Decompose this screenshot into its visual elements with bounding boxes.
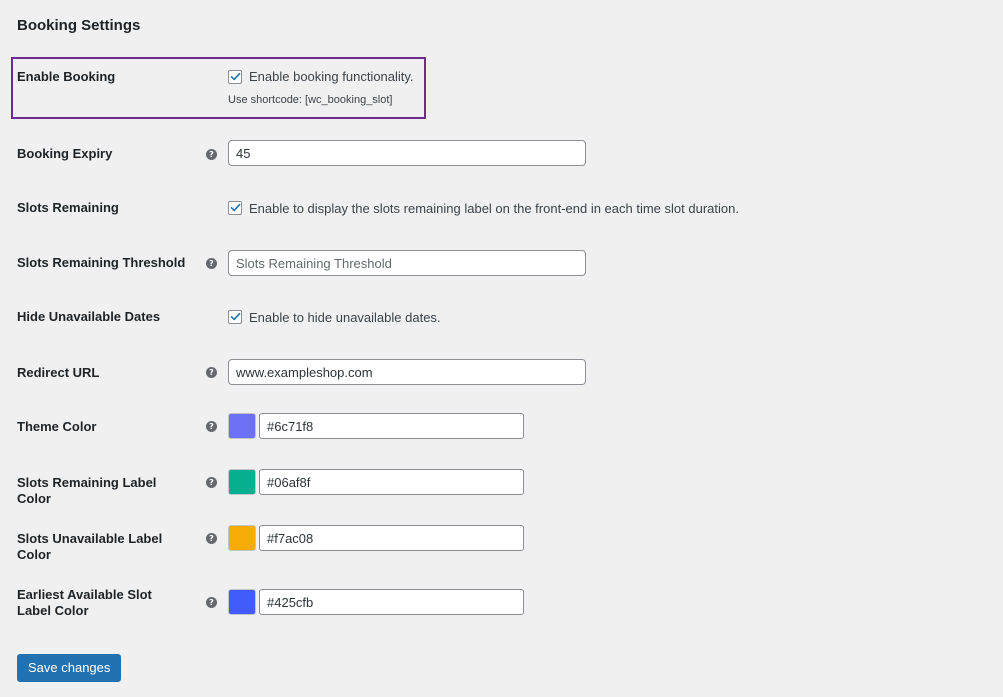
enable-booking-highlight xyxy=(11,57,426,119)
slots-unavailable-label-color-swatch[interactable] xyxy=(228,525,256,551)
enable-booking-checkbox[interactable] xyxy=(228,70,242,84)
earliest-available-slot-label-color-swatch[interactable] xyxy=(228,589,256,615)
slots-remaining-checkbox[interactable] xyxy=(228,201,242,215)
enable-booking-label: Enable Booking xyxy=(17,69,116,84)
theme-color-input[interactable] xyxy=(259,413,524,439)
checkmark-icon xyxy=(230,72,241,81)
checkmark-icon xyxy=(230,312,241,321)
question-circle-icon[interactable]: ? xyxy=(206,367,217,378)
slots-remaining-label-color-swatch[interactable] xyxy=(228,469,256,495)
slots-remaining-checkbox-label[interactable]: Enable to display the slots remaining la… xyxy=(249,201,739,216)
question-circle-icon[interactable]: ? xyxy=(206,533,217,544)
hide-unavailable-dates-checkbox-label[interactable]: Enable to hide unavailable dates. xyxy=(249,310,441,325)
booking-expiry-label: Booking Expiry xyxy=(17,146,113,161)
checkmark-icon xyxy=(230,203,241,212)
enable-booking-checkbox-label[interactable]: Enable booking functionality. xyxy=(249,69,414,84)
redirect-url-input[interactable] xyxy=(228,359,586,385)
slots-remaining-threshold-input[interactable] xyxy=(228,250,586,276)
theme-color-swatch[interactable] xyxy=(228,413,256,439)
page-title: Booking Settings xyxy=(17,17,141,34)
question-circle-icon[interactable]: ? xyxy=(206,421,217,432)
slots-unavailable-label-color-input[interactable] xyxy=(259,525,524,551)
booking-expiry-input[interactable] xyxy=(228,140,586,166)
slots-unavailable-label-color-label: Slots Unavailable Label Color xyxy=(17,531,163,562)
question-circle-icon[interactable]: ? xyxy=(206,597,217,608)
redirect-url-label: Redirect URL xyxy=(17,365,100,380)
question-circle-icon[interactable]: ? xyxy=(206,258,217,269)
save-changes-button[interactable]: Save changes xyxy=(17,654,122,682)
slots-remaining-label: Slots Remaining xyxy=(17,200,119,215)
slots-remaining-label-color-input[interactable] xyxy=(259,469,524,495)
enable-booking-description: Use shortcode: [wc_booking_slot] xyxy=(228,94,393,106)
question-circle-icon[interactable]: ? xyxy=(206,149,217,160)
theme-color-label: Theme Color xyxy=(17,419,97,434)
booking-settings-page: Booking Settings Enable Booking Enable b… xyxy=(0,0,1003,697)
earliest-available-slot-label-color-input[interactable] xyxy=(259,589,524,615)
question-circle-icon[interactable]: ? xyxy=(206,477,217,488)
slots-remaining-label-color-label: Slots Remaining Label Color xyxy=(17,475,157,506)
hide-unavailable-dates-checkbox[interactable] xyxy=(228,310,242,324)
earliest-available-slot-label-color-label: Earliest Available Slot Label Color xyxy=(17,587,152,618)
slots-remaining-threshold-label: Slots Remaining Threshold xyxy=(17,255,186,270)
hide-unavailable-dates-label: Hide Unavailable Dates xyxy=(17,309,161,324)
